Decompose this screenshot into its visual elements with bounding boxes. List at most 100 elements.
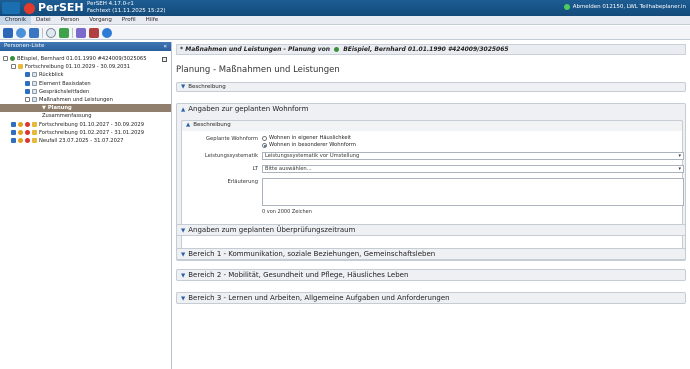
tree-icon[interactable] bbox=[76, 27, 86, 38]
section-header[interactable]: ▼ Bereich 2 - Mobilität, Gesundheit und P… bbox=[177, 270, 685, 281]
fachtext-label: Fachtext (11.11.2025 15:22) bbox=[87, 8, 166, 14]
pin-icon[interactable] bbox=[162, 57, 167, 62]
section-header[interactable]: ▲ Angaben zur geplanten Wohnform bbox=[177, 104, 685, 115]
folder-icon bbox=[32, 121, 37, 127]
person-icon[interactable] bbox=[29, 27, 39, 38]
logout-label[interactable]: Abmelden 012150, LWL Teilhabeplaner.in bbox=[573, 4, 686, 10]
radio-label: Wohnen in besonderer Wohnform bbox=[269, 142, 356, 148]
expand-icon[interactable] bbox=[25, 80, 30, 86]
radio-button-selected[interactable] bbox=[262, 142, 267, 148]
user-status-icon bbox=[563, 4, 570, 10]
menu-profil[interactable]: Profil bbox=[117, 16, 141, 24]
section-bereich-1[interactable]: ▼ Bereich 1 - Kommunikation, soziale Bezi… bbox=[176, 248, 686, 260]
lt-select[interactable]: Bitte auswählen... ▾ bbox=[262, 165, 684, 173]
menu-hilfe[interactable]: Hilfe bbox=[141, 16, 164, 24]
tree-person[interactable]: BEispiel, Bernhard 01.01.1990 #424009/30… bbox=[0, 55, 171, 63]
radio-button[interactable] bbox=[262, 135, 267, 141]
erlaeuterung-textarea[interactable] bbox=[262, 178, 684, 206]
tree-zusammenfassung[interactable]: Zusammenfassung bbox=[0, 112, 171, 120]
chevron-down-icon: ▾ bbox=[678, 153, 681, 159]
tree-item-label: Zusammenfassung bbox=[42, 113, 92, 120]
expand-icon[interactable] bbox=[11, 137, 16, 143]
chevron-down-icon: ▼ bbox=[181, 252, 186, 258]
lwl-logo bbox=[2, 2, 20, 14]
tree-item-label: Fortschreibung 01.10.2027 - 30.09.2029 bbox=[39, 121, 145, 128]
chevron-down-icon: ▼ bbox=[181, 228, 186, 234]
section-bereich-3[interactable]: ▼ Bereich 3 - Lernen und Arbeiten, Allgem… bbox=[176, 292, 686, 304]
status-icon bbox=[25, 121, 30, 127]
tree-massnahmen[interactable]: Maßnahmen und Leistungen bbox=[0, 96, 171, 104]
save-icon[interactable] bbox=[3, 27, 13, 38]
properties-icon[interactable] bbox=[89, 27, 99, 38]
warning-icon bbox=[18, 121, 23, 127]
menu-datei[interactable]: Datei bbox=[31, 16, 56, 24]
tree-fortschreibung-2027[interactable]: Fortschreibung 01.10.2027 - 30.09.2029 bbox=[0, 121, 171, 129]
section-title: Bereich 3 - Lernen und Arbeiten, Allgeme… bbox=[188, 294, 450, 302]
perseh-logo-icon bbox=[24, 3, 35, 14]
breadcrumb-marker: * bbox=[180, 46, 184, 53]
folder-icon bbox=[32, 137, 37, 143]
document-icon bbox=[32, 80, 37, 86]
subsection-beschreibung: ▲ Beschreibung Geplante Wohnform Wohnen i… bbox=[181, 120, 684, 260]
help-icon[interactable] bbox=[102, 27, 112, 38]
tree-rueckblick[interactable]: Rückblick bbox=[0, 71, 171, 79]
collapse-icon[interactable] bbox=[25, 96, 30, 102]
collapse-icon[interactable] bbox=[3, 56, 8, 61]
section-beschreibung[interactable]: ▼ Beschreibung bbox=[176, 82, 686, 92]
logout-user[interactable]: Abmelden 012150, LWL Teilhabeplaner.in bbox=[563, 4, 686, 10]
section-title: Bereich 1 - Kommunikation, soziale Bezie… bbox=[188, 250, 436, 258]
refresh-icon[interactable] bbox=[16, 27, 26, 38]
breadcrumb-prefix: Maßnahmen und Leistungen - Planung von bbox=[185, 46, 331, 53]
radio-eigene-haeuslichkeit[interactable]: Wohnen in eigener Häuslichkeit bbox=[262, 135, 351, 141]
tree-gespraechsleitfaden[interactable]: Gesprächsleitfaden bbox=[0, 88, 171, 96]
section-header[interactable]: ▼ Bereich 3 - Lernen und Arbeiten, Allgem… bbox=[177, 293, 685, 304]
tree-planung[interactable]: ▼ Planung bbox=[0, 104, 171, 113]
tree-item-label: Element Basisdaten bbox=[39, 80, 91, 87]
search-icon[interactable] bbox=[46, 27, 56, 38]
tree-fortschreibung-active[interactable]: Fortschreibung 01.10.2029 - 30.09.2031 bbox=[0, 63, 171, 71]
section-title: Angaben zur geplanten Wohnform bbox=[188, 105, 309, 113]
collapse-panel-icon[interactable]: « bbox=[163, 42, 167, 51]
add-icon[interactable] bbox=[59, 27, 69, 38]
tree-element-basisdaten[interactable]: Element Basisdaten bbox=[0, 80, 171, 88]
erlaeuterung-label: Erläuterung bbox=[227, 179, 258, 185]
section-bereich-2[interactable]: ▼ Bereich 2 - Mobilität, Gesundheit und P… bbox=[176, 269, 686, 281]
document-icon bbox=[32, 72, 37, 78]
select-value: Bitte auswählen... bbox=[265, 166, 312, 172]
section-title: Bereich 2 - Mobilität, Gesundheit und Pf… bbox=[188, 271, 409, 279]
collapse-icon[interactable] bbox=[11, 64, 16, 70]
title-bar: PerSEH PerSEH 4.17.0-r1 Fachtext (11.11.… bbox=[0, 0, 690, 16]
expand-icon[interactable] bbox=[25, 72, 30, 78]
toolbar-separator bbox=[42, 27, 43, 38]
status-icon bbox=[25, 137, 30, 143]
chevron-up-icon: ▲ bbox=[186, 122, 191, 128]
tree-item-label: Maßnahmen und Leistungen bbox=[39, 96, 113, 103]
radio-besondere-wohnform[interactable]: Wohnen in besonderer Wohnform bbox=[262, 142, 356, 148]
leistungssystematik-select[interactable]: Leistungssystematik vor Umstellung ▾ bbox=[262, 152, 684, 160]
expand-icon[interactable] bbox=[11, 129, 16, 135]
chevron-down-icon: ▼ bbox=[181, 296, 186, 302]
expand-icon[interactable] bbox=[25, 88, 30, 94]
tree-fortschreibung-2027b[interactable]: Fortschreibung 01.02.2027 - 31.01.2029 bbox=[0, 129, 171, 137]
tree-neufall[interactable]: Neufall 23.07.2025 - 31.07.2027 bbox=[0, 137, 171, 145]
section-ueberpruefungszeitraum[interactable]: ▼ Angaben zum geplanten Überprüfungszeitr… bbox=[176, 224, 686, 236]
chevron-down-icon: ▾ bbox=[678, 166, 681, 172]
expand-icon[interactable] bbox=[11, 121, 16, 127]
section-header[interactable]: ▼ Bereich 1 - Kommunikation, soziale Bezi… bbox=[177, 249, 685, 260]
lt-label: LT bbox=[252, 166, 258, 172]
warning-icon bbox=[18, 137, 23, 143]
folder-icon bbox=[32, 129, 37, 135]
menu-person[interactable]: Person bbox=[56, 16, 84, 24]
menu-vorgang[interactable]: Vorgang bbox=[84, 16, 117, 24]
section-header[interactable]: ▼ Beschreibung bbox=[177, 83, 685, 92]
section-header[interactable]: ▼ Angaben zum geplanten Überprüfungszeitr… bbox=[177, 225, 685, 236]
page-title: Planung - Maßnahmen und Leistungen bbox=[176, 65, 340, 75]
tree-person-label: BEispiel, Bernhard 01.01.1990 #424009/30… bbox=[17, 56, 147, 62]
person-list-panel: Personen-Liste « BEispiel, Bernhard 01.0… bbox=[0, 42, 172, 369]
subsection-header[interactable]: ▲ Beschreibung bbox=[182, 121, 682, 130]
breadcrumb: * Maßnahmen und Leistungen - Planung von… bbox=[176, 44, 686, 55]
char-counter: 0 von 2000 Zeichen bbox=[262, 209, 312, 215]
tree-item-label: Planung bbox=[47, 105, 72, 112]
chevron-up-icon: ▲ bbox=[181, 107, 186, 113]
menu-chronik[interactable]: Chronik bbox=[0, 16, 32, 24]
